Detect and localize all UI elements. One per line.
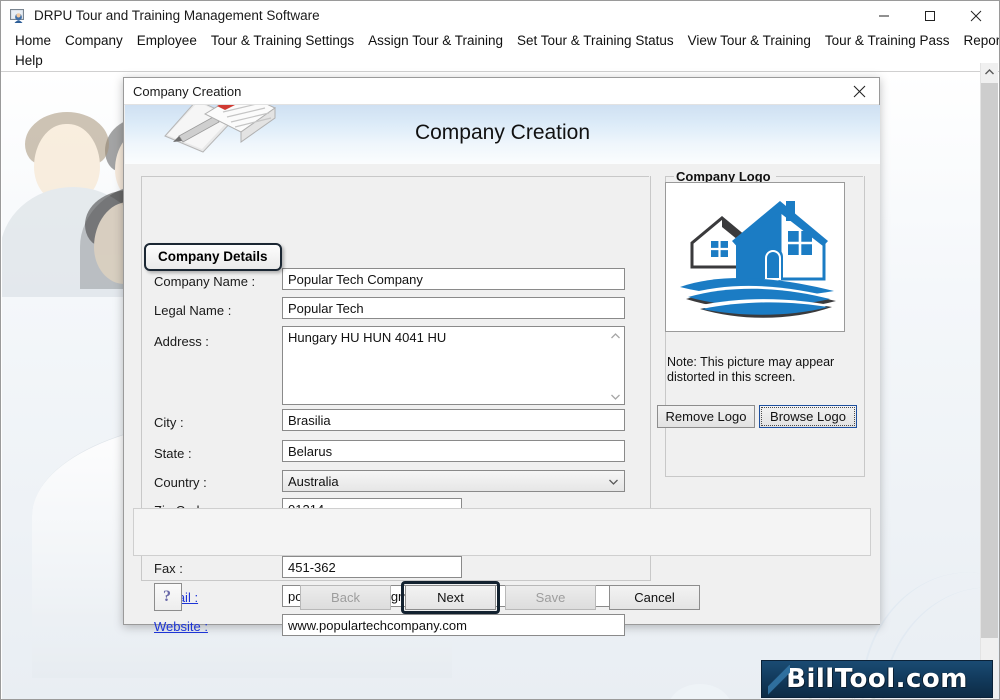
menu-item-set-tour-training-status[interactable]: Set Tour & Training Status bbox=[510, 31, 681, 51]
label-city: City : bbox=[154, 415, 184, 430]
application-window: DRPU Tour and Training Management Softwa… bbox=[0, 0, 1000, 700]
label-fax: Fax : bbox=[154, 561, 183, 576]
watermark-slash-decoration bbox=[768, 665, 790, 695]
dialog-close-icon[interactable] bbox=[839, 78, 879, 104]
address-textarea[interactable]: Hungary HU HUN 4041 HU bbox=[282, 326, 625, 405]
title-bar: DRPU Tour and Training Management Softwa… bbox=[1, 1, 999, 31]
address-scroll-up-icon[interactable] bbox=[607, 328, 623, 344]
menu-item-company[interactable]: Company bbox=[58, 31, 130, 51]
logo-note: Note: This picture may appear distorted … bbox=[667, 355, 835, 384]
menu-item-tour-training-pass[interactable]: Tour & Training Pass bbox=[818, 31, 957, 51]
address-scroll-down-icon[interactable] bbox=[607, 389, 623, 404]
fax-input[interactable]: 451-362 bbox=[282, 556, 462, 578]
country-value: Australia bbox=[288, 474, 339, 489]
menu-item-reports[interactable]: Reports bbox=[956, 31, 999, 51]
minimize-icon[interactable] bbox=[861, 1, 907, 31]
browse-logo-button[interactable]: Browse Logo bbox=[759, 405, 857, 428]
dialog-title: Company Creation bbox=[133, 84, 242, 99]
help-button[interactable]: ? bbox=[154, 583, 182, 611]
menu-row-primary: Home Company Employee Tour & Training Setti… bbox=[8, 31, 999, 51]
menu-item-tour-training-settings[interactable]: Tour & Training Settings bbox=[204, 31, 361, 51]
label-website[interactable]: Website : bbox=[154, 619, 208, 634]
website-input[interactable]: www.populartechcompany.com bbox=[282, 614, 625, 636]
window-title: DRPU Tour and Training Management Softwa… bbox=[34, 8, 320, 23]
label-legal-name: Legal Name : bbox=[154, 303, 232, 318]
menu-item-assign-tour-training[interactable]: Assign Tour & Training bbox=[361, 31, 510, 51]
dialog-banner: Company Creation bbox=[125, 105, 880, 164]
watermark-badge: BillTool.com bbox=[761, 660, 993, 698]
dialog-footer bbox=[133, 508, 871, 556]
address-value: Hungary HU HUN 4041 HU bbox=[288, 330, 447, 345]
window-scrollbar[interactable] bbox=[980, 63, 998, 699]
label-state: State : bbox=[154, 446, 192, 461]
label-country: Country : bbox=[154, 475, 207, 490]
menu-bar: Home Company Employee Tour & Training Setti… bbox=[1, 31, 999, 72]
company-creation-dialog: Company Creation Company Creation Compan… bbox=[123, 77, 880, 636]
svg-text:?: ? bbox=[163, 588, 171, 605]
cancel-button[interactable]: Cancel bbox=[609, 585, 700, 610]
menu-item-home[interactable]: Home bbox=[8, 31, 58, 51]
watermark-text: BillTool.com bbox=[786, 664, 968, 694]
browse-logo-focus-ring bbox=[761, 407, 855, 426]
back-button[interactable]: Back bbox=[300, 585, 391, 610]
label-address: Address : bbox=[154, 334, 209, 349]
company-name-input[interactable]: Popular Tech Company bbox=[282, 268, 625, 290]
decorative-businessman-head bbox=[667, 684, 733, 699]
save-button[interactable]: Save bbox=[505, 585, 596, 610]
city-input[interactable]: Brasilia bbox=[282, 409, 625, 431]
scrollbar-thumb[interactable] bbox=[981, 83, 998, 638]
label-company-name: Company Name : bbox=[154, 274, 256, 289]
country-select[interactable]: Australia bbox=[282, 470, 625, 492]
remove-logo-button[interactable]: Remove Logo bbox=[657, 405, 755, 428]
question-mark-icon: ? bbox=[160, 587, 176, 608]
state-input[interactable]: Belarus bbox=[282, 440, 625, 462]
maximize-icon[interactable] bbox=[907, 1, 953, 31]
next-button[interactable]: Next bbox=[405, 585, 496, 610]
app-user-icon bbox=[10, 8, 27, 25]
house-and-waves-logo-icon bbox=[680, 201, 836, 318]
chevron-down-icon[interactable] bbox=[606, 475, 620, 489]
address-scrollbar[interactable] bbox=[607, 328, 623, 404]
tab-company-details[interactable]: Company Details bbox=[144, 243, 282, 271]
close-icon[interactable] bbox=[953, 1, 999, 31]
menu-row-secondary: Help bbox=[8, 51, 50, 71]
menu-item-help[interactable]: Help bbox=[8, 51, 50, 71]
dialog-heading: Company Creation bbox=[414, 121, 591, 144]
legal-name-input[interactable]: Popular Tech bbox=[282, 297, 625, 319]
company-logo-preview[interactable] bbox=[665, 182, 845, 332]
scroll-up-icon[interactable] bbox=[981, 63, 998, 80]
menu-item-view-tour-training[interactable]: View Tour & Training bbox=[681, 31, 818, 51]
menu-item-employee[interactable]: Employee bbox=[130, 31, 204, 51]
dialog-title-bar: Company Creation bbox=[124, 78, 879, 105]
